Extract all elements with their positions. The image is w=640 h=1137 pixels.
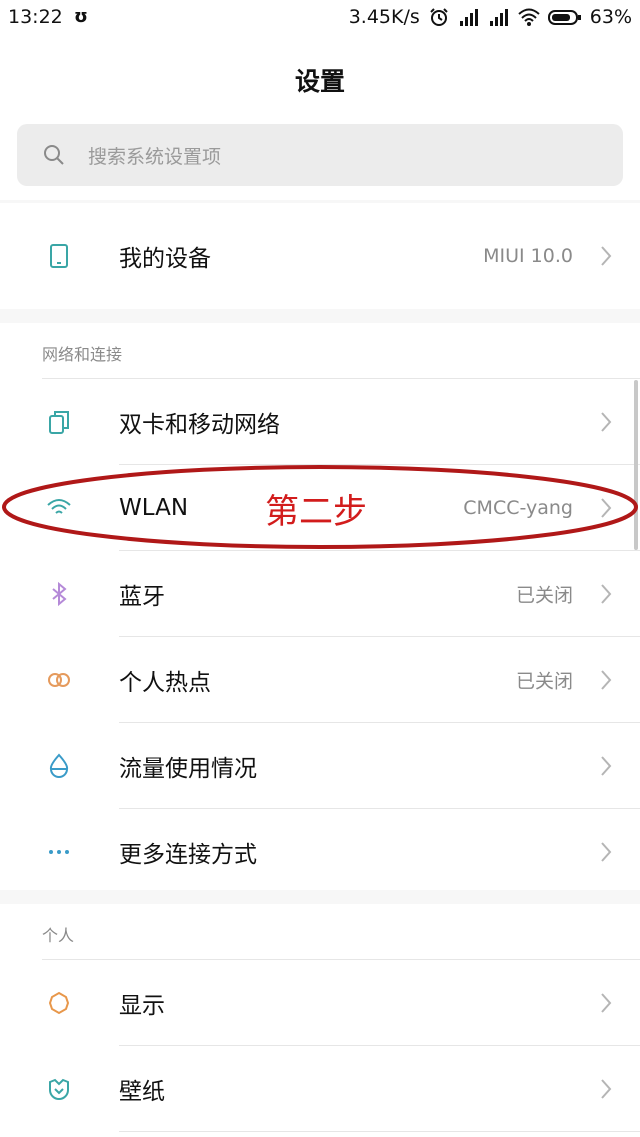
item-label: 个人热点 — [119, 669, 211, 696]
hotspot-icon — [48, 672, 70, 687]
settings-item-hotspot[interactable]: 个人热点 已关闭 — [0, 637, 640, 722]
sim-card-icon — [49, 410, 69, 434]
chevron-right-icon — [601, 669, 612, 690]
item-value: 已关闭 — [515, 670, 573, 692]
chevron-right-icon — [601, 411, 612, 432]
chevron-right-icon — [601, 497, 612, 518]
settings-item-bluetooth[interactable]: 蓝牙 已关闭 — [0, 551, 640, 636]
item-label: 流量使用情况 — [119, 755, 257, 782]
annotation-text: 第二步 — [265, 492, 367, 532]
item-label: 双卡和移动网络 — [119, 411, 280, 438]
settings-item-display[interactable]: 显示 — [0, 960, 640, 1045]
item-value: MIUI 10.0 — [483, 244, 573, 267]
chevron-right-icon — [601, 992, 612, 1013]
brightness-icon — [48, 991, 70, 1014]
chevron-right-icon — [601, 841, 612, 862]
item-value: CMCC-yang — [463, 496, 573, 519]
search-icon — [44, 145, 64, 165]
chevron-right-icon — [601, 755, 612, 776]
wifi-icon — [47, 498, 71, 514]
chevron-right-icon — [601, 1078, 612, 1099]
item-label: 蓝牙 — [119, 583, 165, 610]
settings-item-my-device[interactable]: 我的设备 MIUI 10.0 — [0, 213, 640, 298]
settings-item-sim[interactable]: 双卡和移动网络 — [0, 379, 640, 464]
battery-icon — [547, 10, 581, 25]
settings-item-data-usage[interactable]: 流量使用情况 — [0, 723, 640, 808]
phone-icon — [50, 243, 68, 268]
section-my-device: 我的设备 MIUI 10.0 — [0, 203, 640, 309]
signal-icon — [459, 9, 478, 26]
status-bar: 13:22 ʊ 3.45K/s 63% — [0, 0, 640, 40]
section-header: 网络和连接 — [42, 345, 123, 364]
header: 设置 搜索系统设置项 — [0, 40, 640, 200]
more-dots-icon — [49, 849, 69, 854]
battery-percent: 63% — [589, 6, 632, 28]
scrollbar[interactable] — [634, 380, 638, 550]
usb-debug-icon: ʊ — [74, 6, 88, 27]
item-label: WLAN — [119, 494, 189, 521]
settings-item-more-connections[interactable]: 更多连接方式 — [0, 809, 640, 894]
data-usage-icon — [49, 753, 69, 778]
item-label: 更多连接方式 — [119, 841, 257, 868]
settings-item-wallpaper[interactable]: 壁纸 — [0, 1046, 640, 1131]
item-label: 我的设备 — [119, 245, 211, 272]
search-input[interactable]: 搜索系统设置项 — [17, 124, 623, 186]
item-label: 壁纸 — [119, 1078, 165, 1105]
divider — [119, 1131, 640, 1132]
section-header: 个人 — [42, 926, 75, 945]
bluetooth-icon — [52, 581, 67, 606]
chevron-right-icon — [601, 583, 612, 604]
item-value: 已关闭 — [515, 584, 573, 606]
network-speed: 3.45K/s — [348, 6, 420, 28]
item-label: 显示 — [119, 992, 165, 1019]
hd-signal-icon — [489, 9, 508, 26]
wallpaper-icon — [49, 1078, 69, 1100]
alarm-icon — [430, 8, 448, 26]
chevron-right-icon — [601, 245, 612, 266]
section-personal: 个人 显示 壁纸 — [0, 904, 640, 1137]
status-time: 13:22 — [8, 6, 63, 28]
wifi-icon — [518, 8, 540, 26]
status-right: 3.45K/s 63% — [349, 6, 632, 28]
search-placeholder: 搜索系统设置项 — [88, 145, 222, 168]
section-network: 网络和连接 双卡和移动网络 WLAN CMCC-yang 蓝牙 已关闭 个人热点… — [0, 323, 640, 890]
page-title: 设置 — [294, 67, 345, 96]
